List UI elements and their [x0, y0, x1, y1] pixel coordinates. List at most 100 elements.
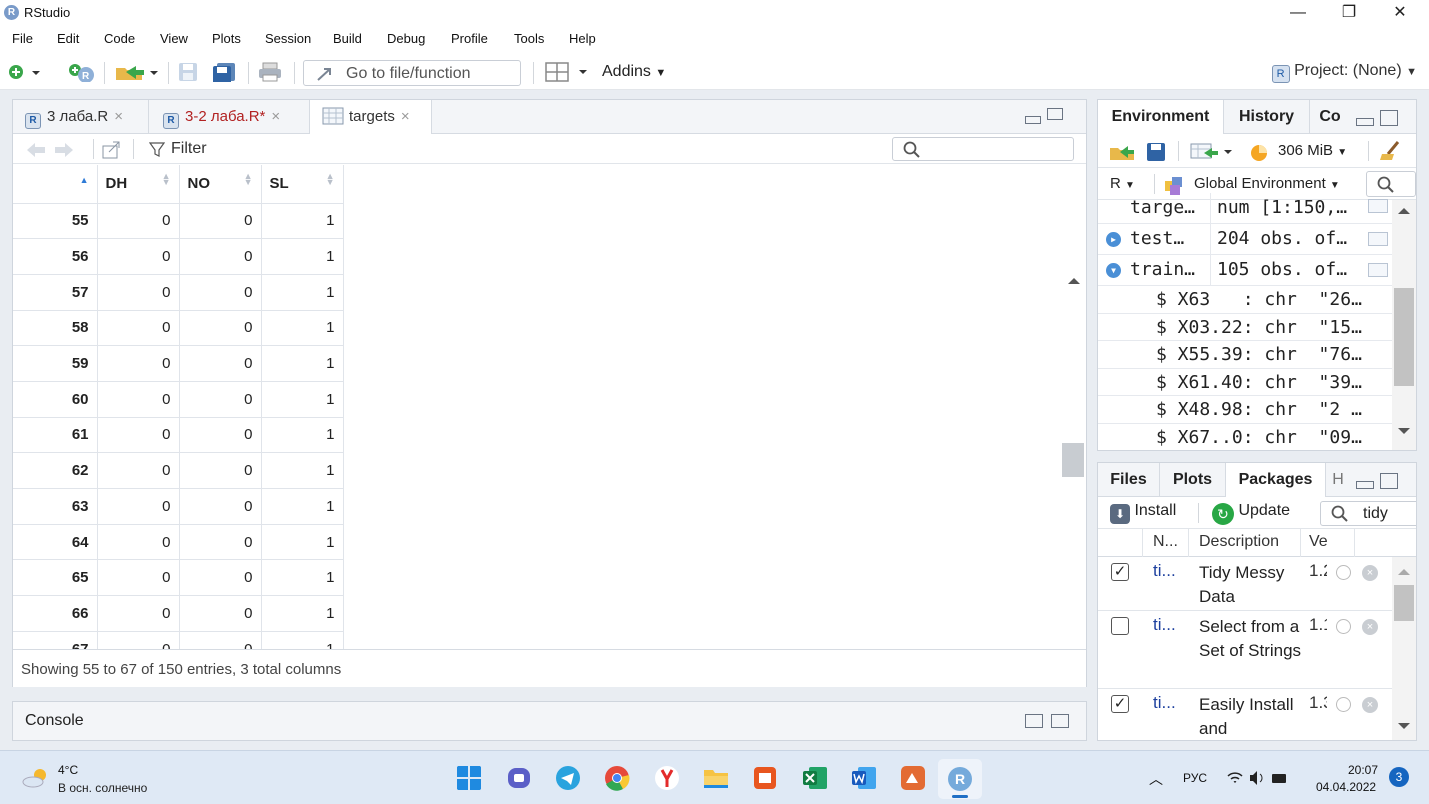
table-row[interactable]: 59 0 0 1 [13, 345, 344, 382]
table-cell[interactable]: 1 [261, 524, 344, 561]
menu-view[interactable]: View [160, 31, 188, 46]
close-icon[interactable]: × [271, 108, 280, 125]
table-cell[interactable]: 1 [261, 417, 344, 454]
system-tray-icons[interactable] [1226, 769, 1288, 787]
header-description[interactable]: Description [1199, 533, 1279, 551]
table-row[interactable]: 61 0 0 1 [13, 417, 344, 454]
memory-usage[interactable]: 306 MiB ▼ [1278, 142, 1347, 159]
table-cell[interactable]: 0 [97, 452, 180, 489]
environment-field-row[interactable]: $ X03.22: chr "15… [1098, 314, 1392, 342]
open-file-icon[interactable] [114, 62, 160, 82]
table-row[interactable]: 55 0 0 1 [13, 203, 344, 240]
table-cell[interactable]: 0 [179, 417, 262, 454]
show-hidden-icons-chevron-icon[interactable]: ︿ [1149, 769, 1163, 789]
table-cell[interactable]: 1 [261, 452, 344, 489]
table-cell[interactable]: 1 [261, 238, 344, 275]
close-icon[interactable]: × [114, 108, 123, 125]
table-search-input[interactable] [892, 137, 1074, 161]
table-row[interactable]: 65 0 0 1 [13, 559, 344, 597]
office-app-icon[interactable] [752, 765, 778, 791]
table-cell[interactable]: 0 [179, 310, 262, 347]
header-name[interactable]: N... [1153, 533, 1178, 551]
windows-start-icon[interactable] [456, 765, 482, 791]
minimize-pane-icon[interactable] [1356, 118, 1374, 126]
environment-field-row[interactable]: $ X61.40: chr "39… [1098, 369, 1392, 397]
tab-connections[interactable]: Co [1310, 100, 1350, 134]
environment-field-row[interactable]: $ X55.39: chr "76… [1098, 341, 1392, 369]
package-loaded-checkbox[interactable]: ✓ [1111, 695, 1129, 713]
package-name-link[interactable]: ti... [1153, 561, 1176, 581]
addins-menu[interactable]: Addins ▼ [602, 63, 666, 81]
word-icon[interactable] [851, 765, 877, 791]
clock-date[interactable]: 04.04.2022 [1316, 780, 1376, 794]
table-cell[interactable]: 0 [97, 417, 180, 454]
environment-field-row[interactable]: $ X48.98: chr "2 … [1098, 396, 1392, 424]
table-cell[interactable]: 0 [179, 595, 262, 632]
view-table-icon[interactable] [1368, 199, 1388, 213]
environment-row[interactable]: ▼ train… 105 obs. of… [1098, 255, 1392, 286]
clear-broom-icon[interactable] [1378, 140, 1404, 162]
table-cell[interactable]: 0 [97, 310, 180, 347]
yandex-browser-icon[interactable] [654, 765, 680, 791]
table-cell[interactable]: 0 [179, 631, 262, 649]
print-icon[interactable] [258, 62, 284, 82]
table-cell[interactable]: 0 [179, 559, 262, 597]
tab-files[interactable]: Files [1098, 463, 1160, 497]
table-cell[interactable]: 1 [261, 274, 344, 311]
menu-tools[interactable]: Tools [514, 31, 544, 46]
environment-scope-select[interactable]: Global Environment ▼ [1194, 175, 1340, 192]
package-name-link[interactable]: ti... [1153, 693, 1176, 713]
package-row[interactable]: ✓ ti... Easily Install and 1.3 × [1098, 689, 1392, 740]
table-cell[interactable]: 0 [179, 345, 262, 382]
package-name-link[interactable]: ti... [1153, 615, 1176, 635]
environment-scrollbar[interactable] [1392, 200, 1416, 450]
table-cell[interactable]: 0 [179, 452, 262, 489]
environment-row[interactable]: ▶ test… 204 obs. of… [1098, 224, 1392, 255]
tab-history[interactable]: History [1224, 100, 1310, 134]
environment-row[interactable]: targe… num [1:150,… [1098, 193, 1392, 224]
table-cell[interactable]: 1 [261, 345, 344, 382]
new-file-icon[interactable] [8, 62, 42, 82]
table-cell[interactable]: 0 [97, 559, 180, 597]
new-project-icon[interactable]: R [68, 62, 98, 82]
table-cell[interactable]: 1 [261, 203, 344, 240]
minimize-pane-icon[interactable] [1356, 481, 1374, 489]
language-select[interactable]: R ▼ [1110, 175, 1135, 192]
tab-plots[interactable]: Plots [1160, 463, 1226, 497]
save-all-icon[interactable] [212, 62, 238, 82]
pane-layout-icon[interactable] [545, 62, 591, 82]
save-workspace-icon[interactable] [1146, 142, 1166, 162]
globe-icon[interactable] [1336, 565, 1351, 580]
table-cell[interactable]: 1 [261, 381, 344, 418]
menu-profile[interactable]: Profile [451, 31, 488, 46]
maximize-pane-icon[interactable] [1047, 108, 1063, 120]
weather-description[interactable]: В осн. солнечно [58, 781, 147, 795]
table-cell[interactable]: 1 [261, 595, 344, 632]
menu-edit[interactable]: Edit [57, 31, 79, 46]
table-row[interactable]: 57 0 0 1 [13, 274, 344, 311]
table-cell[interactable]: 0 [97, 524, 180, 561]
table-cell[interactable]: 0 [97, 274, 180, 311]
memory-pie-icon[interactable] [1250, 144, 1270, 162]
menu-help[interactable]: Help [569, 31, 596, 46]
menu-code[interactable]: Code [104, 31, 135, 46]
table-cell[interactable]: 0 [97, 381, 180, 418]
rstudio-taskbar-button[interactable]: R [938, 759, 982, 799]
table-row[interactable]: 58 0 0 1 [13, 310, 344, 347]
table-row[interactable]: 66 0 0 1 [13, 595, 344, 632]
maximize-pane-icon[interactable] [1051, 714, 1069, 728]
table-cell[interactable]: 0 [179, 238, 262, 275]
environment-field-row[interactable]: $ X63 : chr "26… [1098, 286, 1392, 314]
project-menu[interactable]: R Project: (None) ▼ [1271, 62, 1417, 83]
update-button[interactable]: ↻ Update [1212, 502, 1290, 525]
import-dataset-icon[interactable] [1190, 142, 1234, 162]
package-row[interactable]: ti... Select from a Set of Strings 1.1 × [1098, 611, 1392, 689]
close-icon[interactable]: × [401, 108, 410, 125]
minimize-button[interactable]: — [1275, 0, 1321, 28]
excel-icon[interactable] [802, 765, 828, 791]
view-table-icon[interactable] [1368, 263, 1388, 277]
tab-packages[interactable]: Packages [1226, 463, 1326, 497]
view-table-icon[interactable] [1368, 232, 1388, 246]
tab-3-laba-r[interactable]: R 3 лаба.R × [13, 100, 149, 134]
table-row[interactable]: 67001 [13, 631, 344, 649]
